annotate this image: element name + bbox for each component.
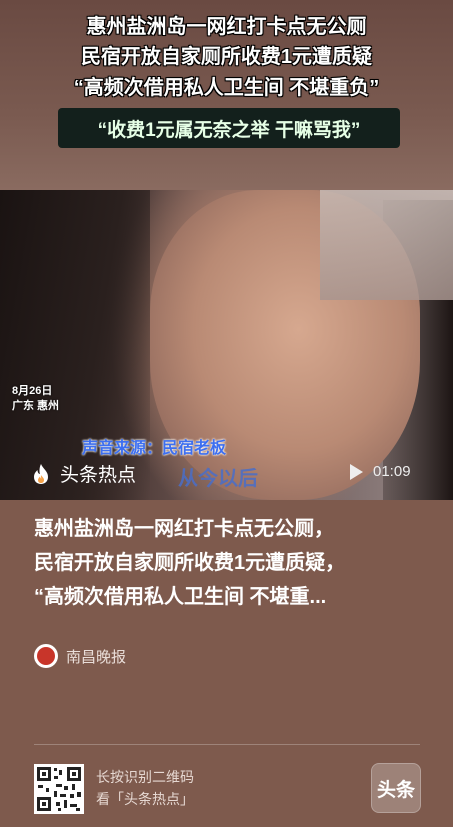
video-location: 广东 惠州 <box>12 400 60 412</box>
desc-line-3: “高频次借用私人卫生间 不堪重... <box>34 586 327 608</box>
quote-text: “收费1元属无奈之举 干嘛骂我” <box>97 119 361 141</box>
date-location: 8月26日 广东 惠州 <box>12 384 59 414</box>
headline-line-1: 惠州盐洲岛一网红打卡点无公厕 <box>86 16 367 38</box>
app-logo-text: 头条 <box>376 779 415 801</box>
quote-box: “收费1元属无奈之举 干嘛骂我” <box>58 108 400 148</box>
headline-line-2: 民宿开放自家厕所收费1元遭质疑 <box>80 46 373 68</box>
source-logo-icon <box>34 644 58 668</box>
playback-control[interactable]: 01:09 <box>350 463 411 480</box>
voice-source-caption: 声音来源：民宿老板 <box>82 440 227 457</box>
qr-instructions: 长按识别二维码 看「头条热点」 <box>96 766 194 810</box>
headline-line-3: “高频次借用私人卫生间 不堪重负” <box>73 77 380 99</box>
video-subtitle: 从今以后 <box>178 468 258 490</box>
desc-line-2: 民宿开放自家厕所收费1元遭质疑， <box>34 552 346 574</box>
qr-code-icon[interactable] <box>34 764 84 814</box>
video-date: 8月26日 <box>12 385 53 397</box>
desc-line-1: 惠州盐洲岛一网红打卡点无公厕， <box>34 518 334 540</box>
video-frame-mosaic <box>320 190 453 300</box>
qr-line-1: 长按识别二维码 <box>96 769 194 785</box>
brand-label: 头条热点 <box>32 460 136 487</box>
source-name: 南昌晚报 <box>66 648 127 666</box>
share-card: 惠州盐洲岛一网红打卡点无公厕 民宿开放自家厕所收费1元遭质疑 “高频次借用私人卫… <box>0 0 453 827</box>
article-description[interactable]: 惠州盐洲岛一网红打卡点无公厕， 民宿开放自家厕所收费1元遭质疑， “高频次借用私… <box>34 512 424 614</box>
video-player[interactable]: 惠州盐洲岛一网红打卡点无公厕 民宿开放自家厕所收费1元遭质疑 “高频次借用私人卫… <box>0 0 453 500</box>
divider <box>34 744 420 745</box>
play-icon[interactable] <box>350 463 363 480</box>
toutiao-app-logo: 头条 <box>371 763 421 813</box>
flame-icon <box>34 463 48 484</box>
article-source[interactable]: 南昌晚报 <box>34 644 126 668</box>
brand-name: 头条热点 <box>60 465 137 486</box>
video-duration: 01:09 <box>373 463 411 480</box>
qr-line-2: 看「头条热点」 <box>96 791 194 807</box>
